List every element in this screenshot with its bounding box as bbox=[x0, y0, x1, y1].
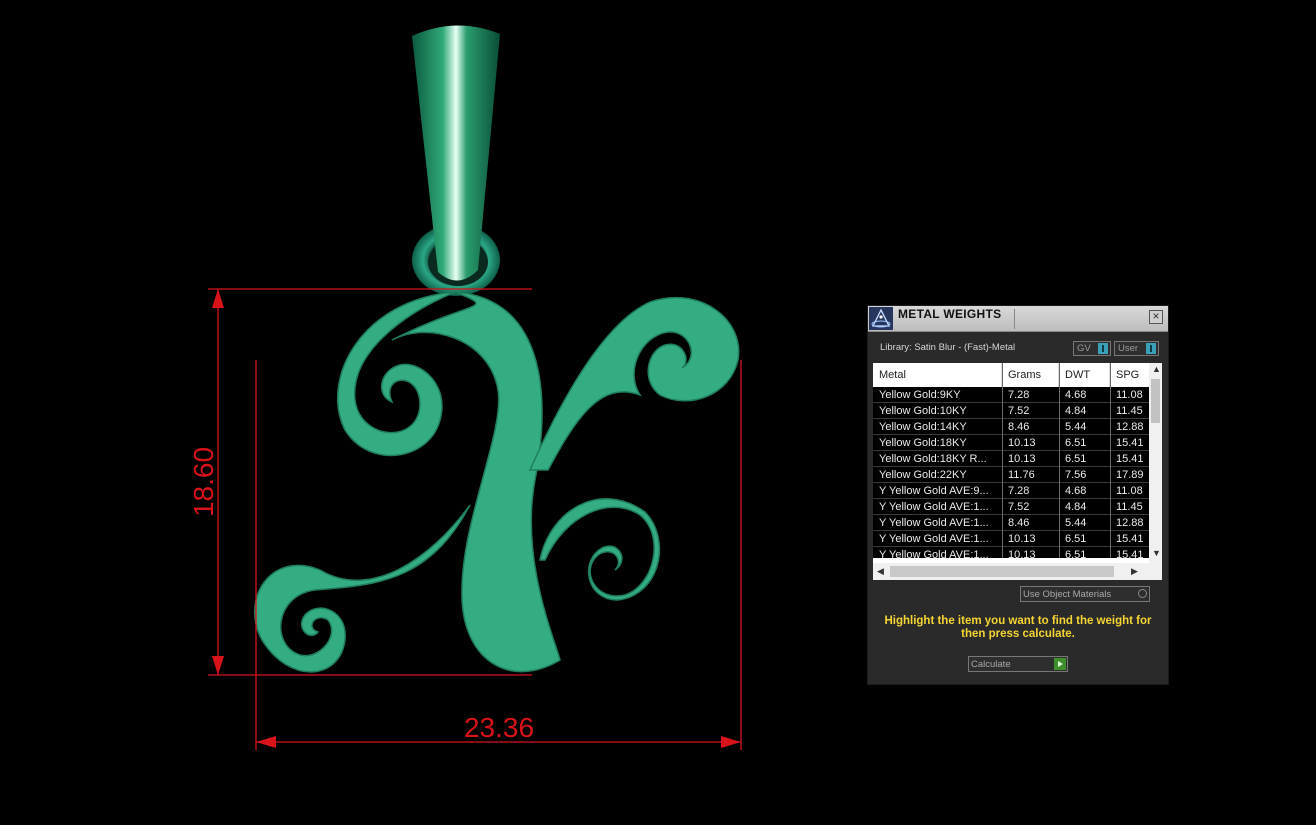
toggle-switch-icon bbox=[1098, 343, 1108, 354]
grams-cell: 7.52 bbox=[1008, 501, 1030, 513]
metal-table: Metal Grams DWT SPG Yellow Gold:9KY 7.28 4… bbox=[873, 363, 1162, 580]
play-icon bbox=[1054, 658, 1066, 670]
grams-cell: 10.13 bbox=[1008, 533, 1036, 545]
column-divider bbox=[1002, 363, 1003, 558]
column-header-metal[interactable]: Metal bbox=[873, 363, 1002, 387]
dwt-cell: 6.51 bbox=[1065, 533, 1087, 545]
spg-cell: 15.41 bbox=[1116, 549, 1144, 558]
library-label: Library: Satin Blur - (Fast)-Metal bbox=[880, 342, 1016, 353]
metal-weights-dialog: METAL WEIGHTS × Library: Satin Blur - (F… bbox=[868, 306, 1168, 684]
vertical-scrollbar[interactable]: ▲ ▼ bbox=[1149, 363, 1162, 563]
calculate-label: Calculate bbox=[971, 659, 1011, 670]
calculate-button[interactable]: Calculate bbox=[968, 656, 1068, 672]
metal-name-cell: Yellow Gold:22KY bbox=[879, 469, 967, 481]
scroll-left-icon[interactable]: ◀ bbox=[877, 566, 884, 577]
grams-cell: 7.52 bbox=[1008, 405, 1030, 417]
dwt-cell: 4.68 bbox=[1065, 485, 1087, 497]
dimension-width-label: 23.36 bbox=[464, 712, 534, 743]
spg-cell: 17.89 bbox=[1116, 469, 1144, 481]
dwt-cell: 6.51 bbox=[1065, 437, 1087, 449]
column-header-spg[interactable]: SPG bbox=[1110, 363, 1149, 387]
dwt-cell: 5.44 bbox=[1065, 421, 1087, 433]
grams-cell: 10.13 bbox=[1008, 437, 1036, 449]
table-row[interactable]: Y Yellow Gold AVE:9... 7.28 4.68 11.08 bbox=[873, 483, 1149, 499]
spg-cell: 11.45 bbox=[1116, 501, 1143, 513]
column-header-dwt[interactable]: DWT bbox=[1059, 363, 1110, 387]
dimension-height-label: 18.60 bbox=[188, 447, 219, 517]
app-logo-icon bbox=[869, 307, 893, 330]
table-header: Metal Grams DWT SPG bbox=[873, 363, 1149, 388]
table-row[interactable]: Yellow Gold:18KY 10.13 6.51 15.41 bbox=[873, 435, 1149, 451]
grams-cell: 10.13 bbox=[1008, 549, 1036, 558]
close-button[interactable]: × bbox=[1149, 310, 1163, 324]
user-toggle[interactable]: User bbox=[1114, 341, 1159, 356]
horizontal-scroll-thumb[interactable] bbox=[890, 566, 1114, 577]
column-header-grams[interactable]: Grams bbox=[1002, 363, 1059, 387]
close-icon: × bbox=[1152, 309, 1160, 323]
metal-name-cell: Y Yellow Gold AVE:1... bbox=[879, 549, 989, 558]
radio-icon bbox=[1138, 589, 1147, 598]
instruction-text: Highlight the item you want to find the … bbox=[884, 615, 1152, 640]
scroll-up-icon[interactable]: ▲ bbox=[1152, 364, 1161, 374]
metal-name-cell: Yellow Gold:18KY R... bbox=[879, 453, 987, 465]
toggle-switch-icon bbox=[1146, 343, 1156, 354]
table-row[interactable]: Y Yellow Gold AVE:1... 7.52 4.84 11.45 bbox=[873, 499, 1149, 515]
metal-name-cell: Y Yellow Gold AVE:9... bbox=[879, 485, 989, 497]
user-toggle-label: User bbox=[1118, 343, 1139, 354]
table-row[interactable]: Yellow Gold:14KY 8.46 5.44 12.88 bbox=[873, 419, 1149, 435]
column-divider bbox=[1059, 363, 1060, 558]
table-row[interactable]: Yellow Gold:18KY R... 10.13 6.51 15.41 bbox=[873, 451, 1149, 467]
spg-cell: 15.41 bbox=[1116, 437, 1144, 449]
table-row[interactable]: Yellow Gold:9KY 7.28 4.68 11.08 bbox=[873, 387, 1149, 403]
metal-name-cell: Y Yellow Gold AVE:1... bbox=[879, 517, 989, 529]
table-row[interactable]: Yellow Gold:22KY 11.76 7.56 17.89 bbox=[873, 467, 1149, 483]
grams-cell: 8.46 bbox=[1008, 517, 1030, 529]
dialog-titlebar[interactable]: METAL WEIGHTS × bbox=[868, 306, 1168, 332]
grams-cell: 8.46 bbox=[1008, 421, 1030, 433]
dwt-cell: 6.51 bbox=[1065, 453, 1087, 465]
dwt-cell: 4.84 bbox=[1065, 405, 1087, 417]
spg-cell: 11.45 bbox=[1116, 405, 1143, 417]
pendant-letter bbox=[253, 291, 740, 673]
grams-cell: 7.28 bbox=[1008, 485, 1030, 497]
dialog-title: METAL WEIGHTS bbox=[898, 307, 1002, 321]
table-row[interactable]: Y Yellow Gold AVE:1... 10.13 6.51 15.41 bbox=[873, 547, 1149, 558]
scroll-right-icon[interactable]: ▶ bbox=[1131, 566, 1138, 577]
use-object-materials-label: Use Object Materials bbox=[1023, 589, 1112, 600]
spg-cell: 11.08 bbox=[1116, 389, 1143, 401]
spg-cell: 12.88 bbox=[1116, 517, 1144, 529]
gv-toggle-label: GV bbox=[1077, 343, 1091, 354]
metal-name-cell: Yellow Gold:14KY bbox=[879, 421, 967, 433]
dwt-cell: 4.68 bbox=[1065, 389, 1087, 401]
spg-cell: 11.08 bbox=[1116, 485, 1143, 497]
spg-cell: 12.88 bbox=[1116, 421, 1144, 433]
metal-name-cell: Yellow Gold:18KY bbox=[879, 437, 967, 449]
table-row[interactable]: Y Yellow Gold AVE:1... 10.13 6.51 15.41 bbox=[873, 531, 1149, 547]
table-row[interactable]: Y Yellow Gold AVE:1... 8.46 5.44 12.88 bbox=[873, 515, 1149, 531]
title-divider bbox=[1014, 309, 1015, 329]
table-body: Yellow Gold:9KY 7.28 4.68 11.08 Yellow Gold:… bbox=[873, 387, 1149, 558]
metal-name-cell: Yellow Gold:10KY bbox=[879, 405, 967, 417]
scroll-down-icon[interactable]: ▼ bbox=[1152, 548, 1161, 558]
dwt-cell: 6.51 bbox=[1065, 549, 1087, 558]
table-row[interactable]: Yellow Gold:10KY 7.52 4.84 11.45 bbox=[873, 403, 1149, 419]
spg-cell: 15.41 bbox=[1116, 453, 1144, 465]
horizontal-scrollbar[interactable]: ◀ ▶ bbox=[873, 563, 1162, 580]
vertical-scroll-thumb[interactable] bbox=[1151, 379, 1160, 423]
use-object-materials-option[interactable]: Use Object Materials bbox=[1020, 586, 1150, 602]
grams-cell: 7.28 bbox=[1008, 389, 1030, 401]
column-divider bbox=[1110, 363, 1111, 558]
spg-cell: 15.41 bbox=[1116, 533, 1144, 545]
gv-toggle[interactable]: GV bbox=[1073, 341, 1111, 356]
grams-cell: 11.76 bbox=[1008, 469, 1035, 481]
dwt-cell: 4.84 bbox=[1065, 501, 1087, 513]
dwt-cell: 5.44 bbox=[1065, 517, 1087, 529]
metal-name-cell: Y Yellow Gold AVE:1... bbox=[879, 533, 989, 545]
metal-name-cell: Y Yellow Gold AVE:1... bbox=[879, 501, 989, 513]
grams-cell: 10.13 bbox=[1008, 453, 1036, 465]
metal-name-cell: Yellow Gold:9KY bbox=[879, 389, 961, 401]
dwt-cell: 7.56 bbox=[1065, 469, 1087, 481]
